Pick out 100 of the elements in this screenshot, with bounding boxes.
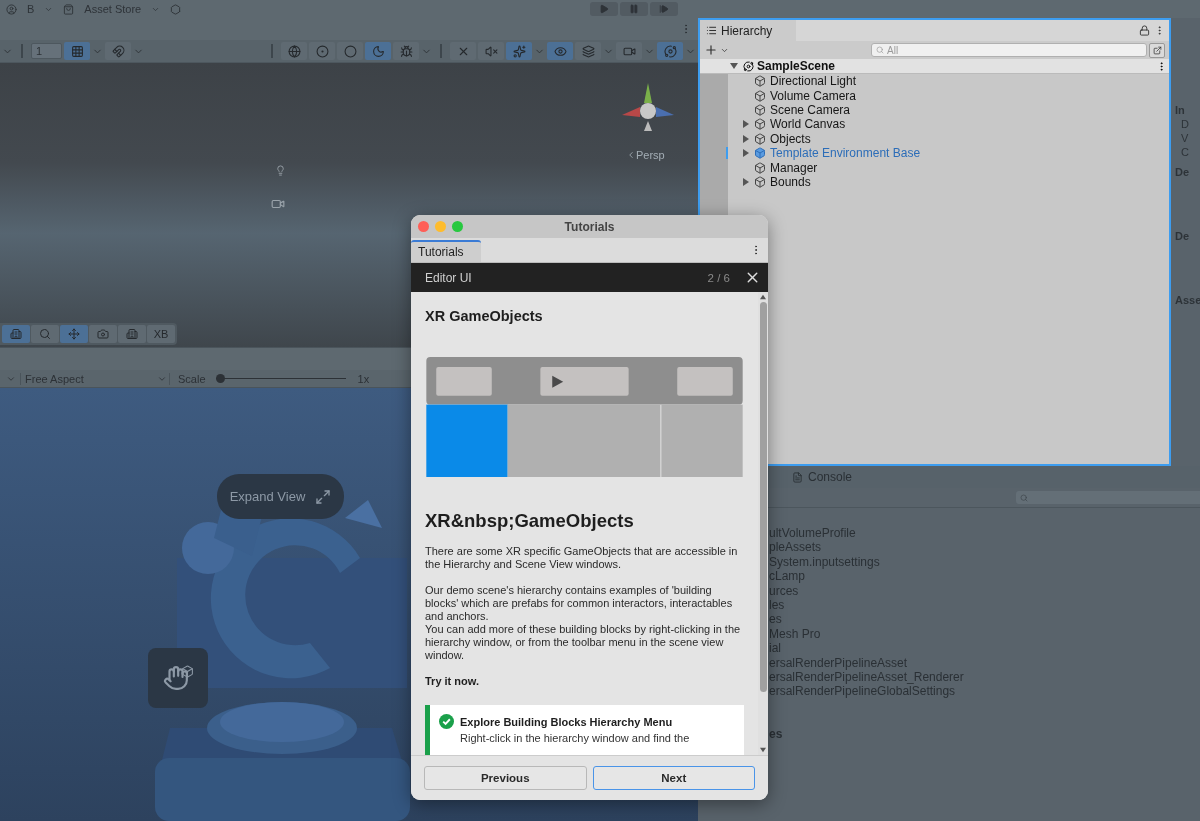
expand-arrow[interactable] xyxy=(742,149,750,158)
hierarchy-item[interactable]: World Canvas xyxy=(770,117,846,132)
eye-icon xyxy=(553,44,567,58)
cube-icon xyxy=(754,118,766,131)
cube-icon xyxy=(754,103,766,116)
audio-button[interactable] xyxy=(478,42,504,60)
list-icon xyxy=(706,25,717,36)
city-tool-button[interactable] xyxy=(118,325,146,343)
search-icon xyxy=(876,46,884,54)
debug-button[interactable] xyxy=(393,42,419,60)
hierarchy-item[interactable]: Scene Camera xyxy=(770,102,851,117)
scene-visibility-button[interactable] xyxy=(1149,42,1165,58)
mute-icon xyxy=(484,44,498,58)
previous-button[interactable]: Previous xyxy=(424,766,587,790)
expand-arrow[interactable] xyxy=(742,134,750,143)
effects-button[interactable] xyxy=(506,42,532,60)
cube-icon xyxy=(754,89,766,102)
heading: XR&nbsp;GameObjects xyxy=(425,510,634,532)
building-tool-button[interactable] xyxy=(2,325,30,343)
play-button[interactable] xyxy=(590,2,618,16)
expand-icon xyxy=(315,488,332,505)
asset-store-dropdown[interactable]: Asset Store xyxy=(84,3,142,15)
task-description: Right-click in the hierarchy window and find the xyxy=(460,732,690,744)
magnet-icon xyxy=(111,44,125,58)
2d-button[interactable] xyxy=(450,42,476,60)
scroll-down-arrow[interactable] xyxy=(760,747,766,753)
cube-icon xyxy=(754,161,766,174)
solid-button[interactable] xyxy=(337,42,363,60)
add-icon[interactable] xyxy=(704,43,718,57)
hierarchy-item[interactable]: Bounds xyxy=(770,174,811,189)
page-title: XR GameObjects xyxy=(425,308,543,324)
snap-button[interactable] xyxy=(105,42,131,60)
cube-icon xyxy=(180,664,194,678)
lighting-button[interactable] xyxy=(365,42,391,60)
search-field[interactable] xyxy=(1016,491,1200,504)
paragraph: You can add more of these building blocks by right-clicking in the hierarchy window, or from the toolbar menu in the scene view window. xyxy=(425,623,742,662)
selection-marker xyxy=(726,146,728,159)
grid-size-field[interactable]: 1 xyxy=(31,43,62,59)
page-counter: 2 / 6 xyxy=(707,271,730,284)
scene-name: SampleScene xyxy=(757,59,836,73)
camera-icon xyxy=(97,328,109,340)
projection-label[interactable]: Persp xyxy=(626,149,665,161)
hierarchy-item[interactable]: Directional Light xyxy=(770,74,857,89)
bag-icon[interactable] xyxy=(63,3,75,15)
hierarchy-item[interactable]: Objects xyxy=(770,131,811,146)
zoom-button[interactable] xyxy=(452,221,463,232)
pause-button[interactable] xyxy=(620,2,648,16)
expand-arrow[interactable] xyxy=(742,177,750,186)
close-window-button[interactable] xyxy=(418,221,429,232)
layers-button[interactable] xyxy=(575,42,601,60)
scroll-up-arrow[interactable] xyxy=(760,294,766,300)
camera-button[interactable] xyxy=(616,42,642,60)
globe-icon xyxy=(287,44,301,58)
step-button[interactable] xyxy=(650,2,678,16)
moon-icon xyxy=(371,44,385,58)
wireframe-button[interactable] xyxy=(281,42,307,60)
search-field[interactable]: All xyxy=(871,43,1147,57)
sparkles-icon xyxy=(512,44,526,58)
light-icon xyxy=(275,165,286,176)
cube-icon xyxy=(754,175,766,188)
step-icon xyxy=(659,4,669,14)
layers-icon xyxy=(581,44,595,58)
hand-button[interactable] xyxy=(148,648,208,708)
section-title: Editor UI xyxy=(425,270,472,285)
window-icon xyxy=(1152,45,1162,55)
next-button[interactable]: Next xyxy=(592,766,755,790)
lock-icon[interactable] xyxy=(1139,25,1150,36)
pause-icon xyxy=(629,4,639,14)
console-icon xyxy=(792,471,803,483)
user-icon[interactable] xyxy=(6,3,17,15)
camera-tool-button[interactable] xyxy=(89,325,117,343)
hierarchy-item[interactable]: Template Environment Base xyxy=(770,146,921,161)
hierarchy-item[interactable]: Manager xyxy=(770,160,818,175)
account-dropdown[interactable]: B xyxy=(27,3,35,15)
circle-icon xyxy=(343,44,357,58)
grid-snap-button[interactable] xyxy=(64,42,90,60)
gizmos-button[interactable] xyxy=(657,42,683,60)
hexagon-icon[interactable] xyxy=(170,3,182,15)
expand-arrow[interactable] xyxy=(730,62,738,70)
hierarchy-item[interactable]: Volume Camera xyxy=(770,88,857,103)
chevron-icon xyxy=(626,150,636,160)
hierarchy-tab[interactable]: Hierarchy xyxy=(700,20,796,41)
hand-icon xyxy=(162,665,189,691)
expand-arrow[interactable] xyxy=(742,120,750,129)
visibility-button[interactable] xyxy=(547,42,573,60)
orbit-icon xyxy=(663,44,677,58)
scrollbar[interactable] xyxy=(758,292,768,755)
window-title: Tutorials xyxy=(564,219,615,234)
expand-view-button[interactable]: Expand View xyxy=(217,474,344,519)
building-icon xyxy=(10,328,22,340)
cube-icon xyxy=(754,132,766,145)
search-tool-button[interactable] xyxy=(31,325,59,343)
search-icon xyxy=(1020,493,1029,502)
call-to-action: Try it now. xyxy=(425,675,479,687)
scene-row[interactable]: SampleScene xyxy=(700,59,1169,74)
scene-icon xyxy=(743,60,754,72)
xb-tool-button[interactable]: XB xyxy=(147,325,175,343)
shaded-button[interactable] xyxy=(309,42,335,60)
move-tool-button[interactable] xyxy=(60,325,88,343)
tutorials-tab[interactable]: Tutorials xyxy=(411,240,481,262)
